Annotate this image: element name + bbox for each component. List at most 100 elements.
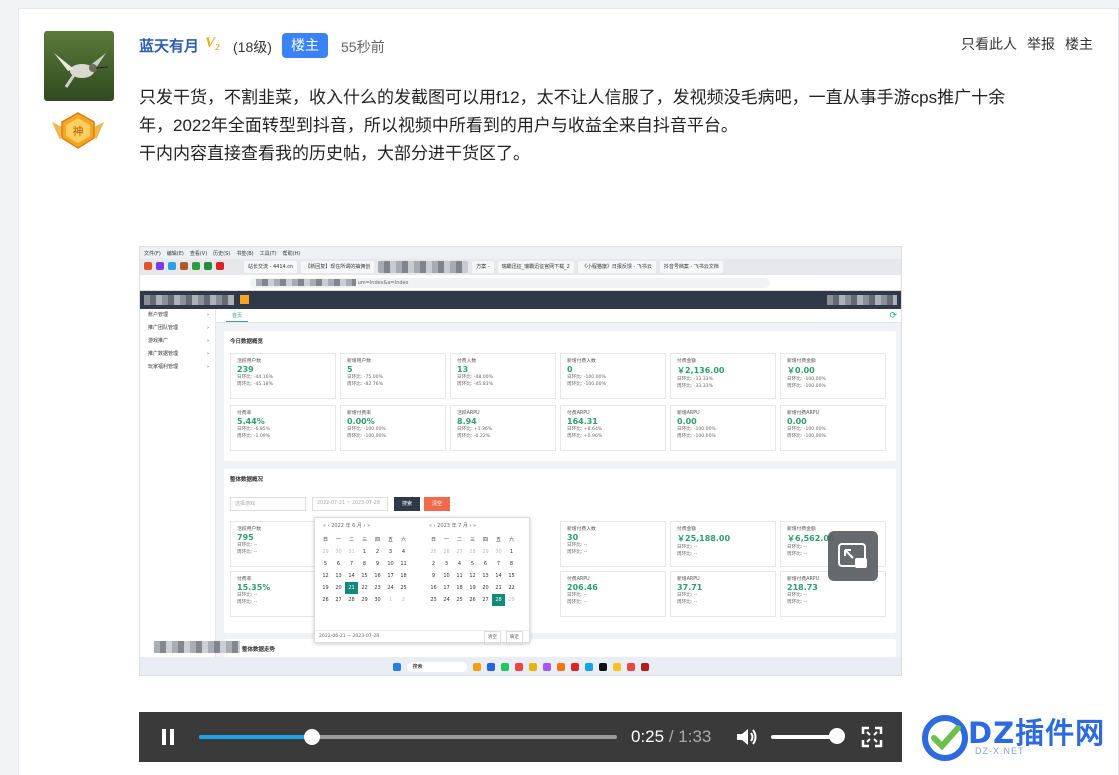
weekday-label: 五 <box>495 537 501 543</box>
stat-daily: 日环比: +1.36% <box>457 427 493 432</box>
calendar-day: 10 <box>387 561 394 567</box>
stat-value: ￥2,136.00 <box>677 366 725 375</box>
browser-tab: 抖音号档案 - 飞书云文档 <box>659 261 723 273</box>
weekday-label: 六 <box>400 537 406 543</box>
badge-char: 神 <box>73 124 84 138</box>
progress-handle[interactable] <box>303 729 320 745</box>
stat-daily: 日环比: -44.16% <box>237 375 273 380</box>
browser-tab: 方案 - <box>472 261 494 273</box>
floor-label[interactable]: 楼主 <box>1065 34 1093 54</box>
progress-bar[interactable] <box>199 729 617 745</box>
pause-icon[interactable] <box>159 728 177 746</box>
stat-label: 付费ARPU <box>567 411 590 416</box>
weekday-label: 五 <box>387 537 393 543</box>
calendar-day: 8 <box>362 561 367 567</box>
stat-value: 0.00 <box>787 417 807 426</box>
stat-card: 新增付费人数 0 日环比: -100.00% 周环比: -100.00% <box>560 353 666 399</box>
stat-value: 5 <box>347 365 353 374</box>
calendar-day: 4 <box>457 561 462 567</box>
op-tag: 楼主 <box>282 33 328 58</box>
menu-item: 工具(T) <box>259 250 277 257</box>
duration: 1:33 <box>678 727 712 746</box>
calendar-day: 16 <box>374 573 381 579</box>
calendar-day: 11 <box>400 561 407 567</box>
avatar[interactable] <box>44 31 114 101</box>
app-header <box>140 291 901 309</box>
stat-label: 付费金额 <box>677 359 697 364</box>
stat-daily: 日环比: -- <box>677 593 698 598</box>
stat-daily: 日环比: -- <box>567 543 588 548</box>
stat-weekly: 周环比: -100.00% <box>787 434 826 439</box>
volume-handle[interactable] <box>829 728 845 744</box>
sidebar-item: 账户管理 › <box>148 312 209 318</box>
stat-daily: 日环比: -100.00% <box>787 377 826 382</box>
stat-weekly: 周环比: -- <box>677 552 698 557</box>
stat-daily: 日环比: -- <box>787 593 808 598</box>
picture-in-picture-button[interactable] <box>828 531 878 581</box>
calendar-day: 9 <box>431 573 436 579</box>
fullscreen-icon[interactable] <box>861 726 883 748</box>
home-tab: 首页 <box>226 311 249 322</box>
stat-label: 付费率 <box>237 411 252 416</box>
calendar-day: 15 <box>361 573 368 579</box>
pip-icon <box>838 543 867 568</box>
view-only-this-user-link[interactable]: 只看此人 <box>961 34 1017 54</box>
weekday-label: 三 <box>469 537 475 543</box>
calendar-day: 31 <box>348 549 355 555</box>
video-frame[interactable]: 文件(F) 编辑(E) 查看(V) 历史(S) 书签(B) 工具(T) 帮助(H… <box>139 246 902 676</box>
calendar-day: 18 <box>400 573 407 579</box>
calendar-day: 24 <box>387 585 394 591</box>
calendar-day: 30 <box>495 549 502 555</box>
calendar-day: 24 <box>443 597 450 603</box>
stat-card: 付费ARPU 164.31 日环比: +8.64% 周环比: +0.96% <box>560 405 666 451</box>
calendar-day: 3 <box>444 561 449 567</box>
calendar-day: 14 <box>348 573 355 579</box>
url-field: um=Index&a=Index <box>250 278 770 288</box>
volume-icon[interactable] <box>735 726 759 748</box>
stat-weekly: 周环比: -82.76% <box>347 382 383 387</box>
calendar-day: 23 <box>374 585 381 591</box>
calendar-day: 27 <box>482 597 489 603</box>
calendar-day: 7 <box>496 561 501 567</box>
stat-weekly: 周环比: -- <box>787 600 808 605</box>
stat-card: 新增付费金额 ￥0.00 日环比: -100.00% 周环比: -100.00% <box>780 353 886 399</box>
calendar-day: 3 <box>388 549 393 555</box>
stat-card: 付费金额 ￥25,188.00 日环比: -- 周环比: -- <box>670 521 776 567</box>
sidebar-item: 游戏推广 › <box>148 338 209 344</box>
stat-daily: 日环比: -100.00% <box>677 427 716 432</box>
stat-value: 206.46 <box>567 583 598 592</box>
calendar-day: 12 <box>469 573 476 579</box>
calendar-day: 1 <box>362 549 367 555</box>
panel-title: 今日数据概览 <box>230 339 264 345</box>
pinned-tabs <box>140 262 240 272</box>
report-link[interactable]: 举报 <box>1027 34 1055 54</box>
stat-card: 付费金额 ￥2,136.00 日环比: -33.33% 周环比: -33.33% <box>670 353 776 399</box>
calendar-day: 28 <box>469 549 476 555</box>
stat-label: 新增付费金额 <box>787 359 816 364</box>
progress-fill <box>199 735 312 739</box>
cal-right-header: « ‹ 2023 年 7 月 › » <box>429 523 477 529</box>
username-link[interactable]: 蓝天有月 <box>139 35 199 56</box>
stat-weekly: 周环比: -100.00% <box>677 434 716 439</box>
calendar-day: 27 <box>335 597 342 603</box>
calendar-day: 2 <box>375 549 380 555</box>
menu-item: 编辑(E) <box>166 250 184 257</box>
weekday-label: 日 <box>322 537 328 543</box>
calendar-day: 29 <box>322 549 329 555</box>
calendar-day: 26 <box>469 597 476 603</box>
cal-left-header: « ‹ 2022 年 6 月 › » <box>323 523 371 529</box>
menu-item: 书签(B) <box>236 250 254 257</box>
calendar-day: 1 <box>509 549 514 555</box>
stat-card: 付费人数 13 日环比: -48.00% 周环比: -45.83% <box>450 353 556 399</box>
calendar-day: 27 <box>456 549 463 555</box>
content-line: 只发干货，不割韭菜，收入什么的发截图可以用f12，太不让人信服了，发视频没毛病吧… <box>139 88 1006 107</box>
stat-weekly: 周环比: -45.18% <box>237 382 273 387</box>
calendar-day: 22 <box>508 585 515 591</box>
stat-value: 0.00 <box>677 417 697 426</box>
calendar-day: 29 <box>508 597 515 603</box>
calendar-day: 19 <box>469 585 476 591</box>
volume-slider[interactable] <box>771 735 837 739</box>
stat-value: 218.73 <box>787 583 818 592</box>
calendar-day: 19 <box>322 585 329 591</box>
stat-card: 新增ARPU 37.71 日环比: -- 周环比: -- <box>670 571 776 617</box>
